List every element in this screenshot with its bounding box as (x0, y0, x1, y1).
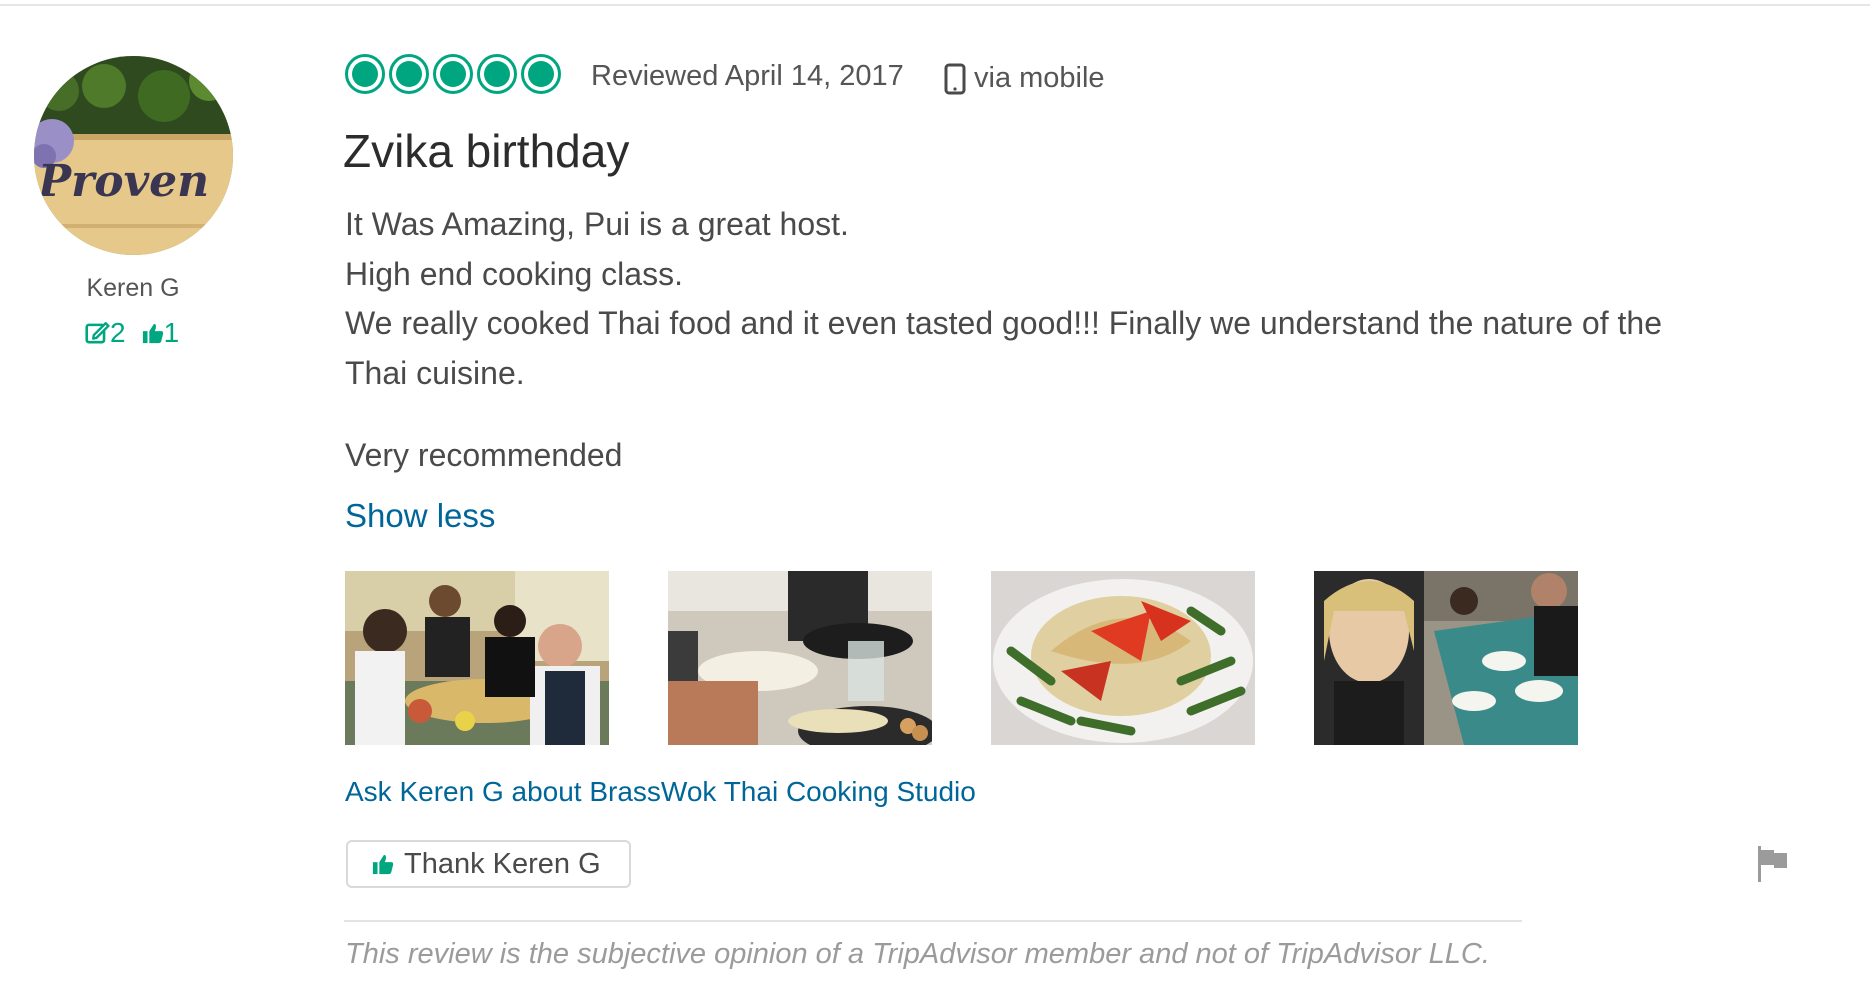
review-title[interactable]: Zvika birthday (343, 124, 629, 178)
rating-bubble-1 (345, 54, 385, 94)
via-mobile: via mobile (944, 62, 1105, 95)
helpful-votes-count: 1 (163, 317, 180, 348)
dining-table-photo[interactable] (1314, 571, 1578, 745)
reviews-count: 2 (110, 317, 126, 348)
rating-bubble-4 (477, 54, 517, 94)
review-closing: Very recommended (345, 437, 623, 473)
review-paragraph: It Was Amazing, Pui is a great host. (345, 206, 849, 242)
thank-button-label: Thank Keren G (404, 847, 601, 880)
review-paragraph: High end cooking class. (345, 255, 683, 292)
review-date: Reviewed April 14, 2017 (591, 60, 904, 92)
rating-bubble-2 (389, 54, 429, 94)
mobile-icon (944, 63, 966, 94)
reviews-count-stat[interactable]: 2 (84, 317, 126, 349)
papaya-salad-photo[interactable] (991, 571, 1255, 745)
thumbs-up-icon (372, 854, 394, 875)
ask-member-link[interactable]: Ask Keren G about BrassWok Thai Cooking … (345, 776, 976, 808)
cooking-class-group-photo[interactable] (345, 571, 609, 745)
edit-icon (85, 322, 110, 344)
review-photos (345, 571, 1637, 745)
rating-bubble-5 (521, 54, 561, 94)
review-disclaimer: This review is the subjective opinion of… (345, 938, 1490, 970)
avatar-image: Proven (34, 56, 233, 255)
avatar-text: Proven (36, 156, 209, 207)
helpful-votes-stat[interactable]: 1 (142, 317, 180, 349)
rating-bubble-3 (433, 54, 473, 94)
thumbs-up-icon (142, 323, 163, 344)
review-paragraph: We really cooked Thai food and it even t… (345, 305, 1662, 391)
report-flag[interactable] (1756, 844, 1790, 889)
flag-icon (1758, 846, 1787, 882)
review-body: It Was Amazing, Pui is a great host. Hig… (345, 200, 1705, 481)
member-username[interactable]: Keren G (0, 274, 266, 303)
top-divider (0, 4, 1870, 6)
via-mobile-label: via mobile (974, 62, 1105, 94)
member-stats: 2 1 (84, 317, 179, 349)
wok-cooking-photo[interactable] (668, 571, 932, 745)
disclaimer-divider (344, 920, 1522, 922)
show-less-link[interactable]: Show less (345, 497, 495, 535)
rating-bubbles (345, 54, 565, 94)
member-avatar[interactable]: Proven (34, 56, 233, 255)
thank-member-button[interactable]: Thank Keren G (346, 840, 631, 888)
